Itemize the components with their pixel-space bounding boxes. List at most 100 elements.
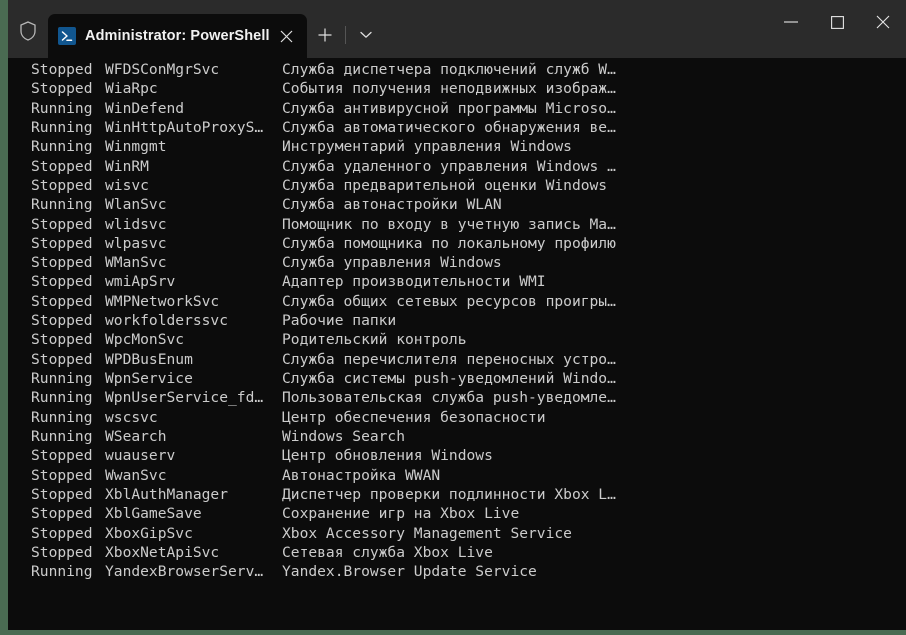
tab-title: Administrator: PowerShell (85, 28, 270, 44)
service-status: Stopped (31, 273, 93, 291)
service-status: Running (31, 99, 93, 117)
service-status: Stopped (31, 234, 93, 252)
minimize-button[interactable] (768, 0, 814, 44)
service-status: Stopped (31, 312, 93, 330)
service-display-name: Служба предварительной оценки Windows (282, 176, 608, 194)
service-display-name: Сохранение игр на Xbox Live (282, 505, 520, 523)
service-name: WlanSvc (105, 196, 167, 214)
terminal-window: Administrator: PowerShell Stopped WFDSCo… (8, 0, 906, 630)
table-row: Running WpnService Служба системы push-уве… (8, 369, 906, 388)
service-status: Stopped (31, 524, 93, 542)
service-display-name: Адаптер производительности WMI (282, 273, 546, 291)
table-row: Stopped wlpasvc Служба помощника по локаль… (8, 234, 906, 253)
tab-administrator-powershell[interactable]: Administrator: PowerShell (48, 14, 307, 58)
service-status: Running (31, 138, 93, 156)
service-display-name: Служба управления Windows (282, 254, 502, 272)
service-display-name: Windows Search (282, 427, 406, 445)
table-row: Stopped WwanSvc Автонастройка WWAN (8, 466, 906, 485)
service-status: Stopped (31, 215, 93, 233)
service-status: Stopped (31, 61, 93, 78)
table-row: Running WpnUserService_fd… Пользовательска… (8, 388, 906, 407)
table-row: Stopped WManSvc Служба управления Windows (8, 253, 906, 272)
service-status: Running (31, 563, 93, 581)
service-status: Stopped (31, 80, 93, 98)
chevron-down-icon[interactable] (348, 16, 384, 54)
service-display-name: Служба системы push-уведомлений Windo… (282, 370, 616, 387)
table-row: Stopped workfolderssvc Рабочие папки (8, 311, 906, 330)
service-list: Stopped WFDSConMgrSvc Служба диспетчера по… (8, 60, 906, 581)
service-display-name: Служба помощника по локальному профилю (282, 234, 616, 252)
service-name: WFDSConMgrSvc (105, 61, 220, 78)
service-display-name: Диспетчер проверки подлинности Xbox L… (282, 485, 616, 503)
close-button[interactable] (860, 0, 906, 44)
table-row: Stopped XblAuthManager Диспетчер проверки … (8, 485, 906, 504)
scrollbar[interactable] (890, 116, 900, 630)
table-row: Stopped WinRM Служба удаленного управления… (8, 157, 906, 176)
service-display-name: Центр обновления Windows (282, 447, 493, 465)
service-name: WpnService (105, 370, 193, 387)
service-status: Stopped (31, 485, 93, 503)
service-name: XboxNetApiSvc (105, 543, 220, 561)
service-status: Stopped (31, 157, 93, 175)
service-name: wlpasvc (105, 234, 167, 252)
service-name: WiaRpc (105, 80, 158, 98)
service-name: wisvc (105, 176, 149, 194)
service-display-name: Служба автонастройки WLAN (282, 196, 502, 214)
maximize-button[interactable] (814, 0, 860, 44)
service-status: Stopped (31, 292, 93, 310)
service-name: WinHttpAutoProxyS… (105, 118, 264, 136)
service-name: workfolderssvc (105, 312, 229, 330)
table-row: Stopped wuauserv Центр обновления Windows (8, 446, 906, 465)
service-name: WpcMonSvc (105, 331, 185, 349)
service-display-name: Помощник по входу в учетную запись Ma… (282, 215, 616, 233)
service-status: Running (31, 196, 93, 214)
service-display-name: Рабочие папки (282, 312, 397, 330)
service-status: Running (31, 427, 93, 445)
new-tab-button[interactable] (307, 16, 343, 54)
table-row: Running Winmgmt Инструментарий управления … (8, 137, 906, 156)
terminal-body[interactable]: Stopped WFDSConMgrSvc Служба диспетчера по… (8, 58, 906, 630)
service-status: Stopped (31, 350, 93, 368)
tab-close-icon[interactable] (270, 21, 304, 51)
table-row: Stopped XblGameSave Сохранение игр на Xbox… (8, 504, 906, 523)
service-display-name: События получения неподвижных изображ… (282, 80, 616, 98)
service-status: Stopped (31, 543, 93, 561)
service-display-name: Пользовательская служба push-уведомле… (282, 389, 616, 407)
service-name: wuauserv (105, 447, 176, 465)
service-status: Running (31, 370, 93, 387)
service-display-name: Служба антивирусной программы Microso… (282, 99, 616, 117)
service-name: WPDBusEnum (105, 350, 193, 368)
table-row: Stopped WFDSConMgrSvc Служба диспетчера по… (8, 60, 906, 79)
table-row: Running WSearch Windows Search (8, 427, 906, 446)
service-name: XblAuthManager (105, 485, 229, 503)
service-status: Running (31, 389, 93, 407)
table-row: Stopped wlidsvc Помощник по входу в учетну… (8, 215, 906, 234)
desktop-backdrop: Administrator: PowerShell Stopped WFDSCo… (0, 0, 906, 635)
table-row: Running WlanSvc Служба автонастройки WLAN (8, 195, 906, 214)
shield-icon[interactable] (8, 8, 48, 54)
powershell-icon (58, 27, 76, 45)
table-row: Stopped wmiApSrv Адаптер производительност… (8, 272, 906, 291)
service-name: YandexBrowserServ… (105, 563, 264, 581)
toolbar-divider (344, 26, 346, 44)
service-status: Running (31, 408, 93, 426)
table-row: Stopped WiaRpc События получения неподвижн… (8, 79, 906, 98)
service-display-name: Служба удаленного управления Windows … (282, 157, 616, 175)
table-row: Stopped XboxNetApiSvc Сетевая служба Xbox … (8, 543, 906, 562)
service-name: WpnUserService_fd… (105, 389, 264, 407)
service-display-name: Служба перечислителя переносных устро… (282, 350, 616, 368)
service-display-name: Xbox Accessory Management Service (282, 524, 572, 542)
service-name: Winmgmt (105, 138, 167, 156)
table-row: Running WinHttpAutoProxyS… Служба автомати… (8, 118, 906, 137)
service-name: WManSvc (105, 254, 167, 272)
service-status: Stopped (31, 466, 93, 484)
table-row: Stopped WPDBusEnum Служба перечислителя пе… (8, 350, 906, 369)
table-row: Running wscsvc Центр обеспечения безопасно… (8, 408, 906, 427)
service-name: wlidsvc (105, 215, 167, 233)
service-name: wscsvc (105, 408, 158, 426)
table-row: Stopped WMPNetworkSvc Служба общих сетевых… (8, 292, 906, 311)
service-display-name: Служба автоматического обнаружения ве… (282, 118, 616, 136)
service-status: Stopped (31, 331, 93, 349)
service-name: WSearch (105, 427, 167, 445)
service-display-name: Родительский контроль (282, 331, 467, 349)
